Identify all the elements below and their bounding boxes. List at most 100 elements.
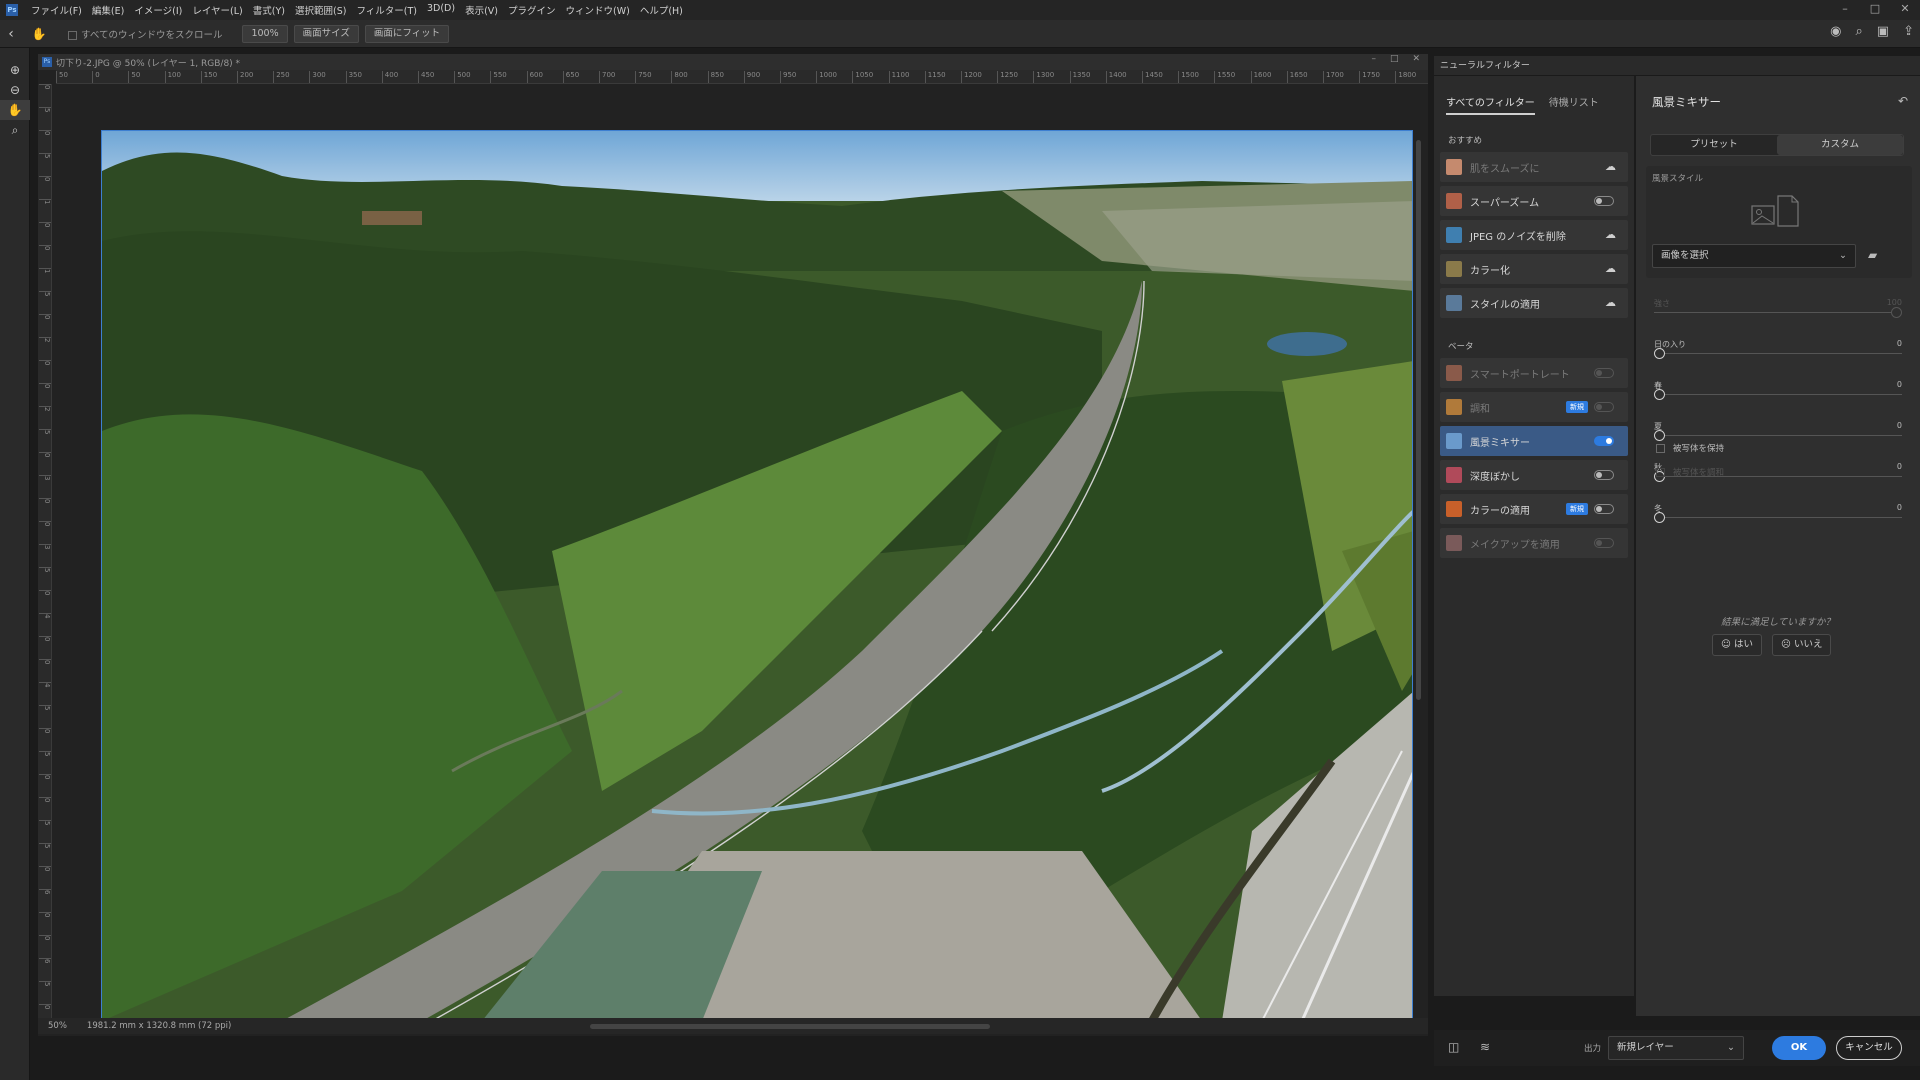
maximize-icon[interactable]: □ bbox=[1860, 0, 1890, 20]
custom-tab[interactable]: カスタム bbox=[1777, 135, 1903, 155]
menu-bar: Ps ファイル(F) 編集(E) イメージ(I) レイヤー(L) 書式(Y) 選択範囲(S… bbox=[0, 0, 1920, 20]
menu-item[interactable]: 3D(D) bbox=[422, 3, 460, 17]
menu-item[interactable]: フィルター(T) bbox=[351, 3, 422, 17]
feedback-yes-button[interactable]: ☺ はい bbox=[1712, 634, 1762, 656]
zoom-100-button[interactable]: 100% bbox=[242, 24, 288, 43]
menu-item[interactable]: プラグイン bbox=[503, 3, 561, 17]
filter-row[interactable]: 風景ミキサー bbox=[1440, 426, 1628, 456]
fill-screen-button[interactable]: 画面にフィット bbox=[364, 24, 450, 43]
filter-row[interactable]: カラーの適用 新規 bbox=[1440, 494, 1628, 524]
filter-thumbnail-icon bbox=[1446, 433, 1462, 449]
preserve-subject-checkbox[interactable] bbox=[1656, 443, 1665, 453]
hand-icon[interactable]: ✋ bbox=[0, 100, 30, 120]
horizontal-scrollbar[interactable] bbox=[590, 1024, 990, 1029]
fit-screen-button[interactable]: 画面サイズ bbox=[293, 24, 359, 43]
reset-icon[interactable]: ↶ bbox=[1898, 94, 1908, 108]
ruler-tick-label: 0 bbox=[39, 383, 51, 403]
zoom-in-icon[interactable]: ⊕ bbox=[0, 60, 30, 80]
ruler-tick-label: 0 bbox=[39, 774, 51, 794]
photoshop-logo-icon: Ps bbox=[6, 4, 18, 16]
document-tab[interactable]: Ps 切下り-2.JPG @ 50% (レイヤー 1, RGB/8) * – □… bbox=[38, 54, 1428, 70]
cloud-download-icon[interactable]: ☁ bbox=[1605, 228, 1616, 241]
ok-button[interactable]: OK bbox=[1772, 1036, 1826, 1060]
menu-item[interactable]: 編集(E) bbox=[87, 3, 129, 17]
filter-row[interactable]: カラー化 ☁ bbox=[1440, 254, 1628, 284]
share-icon[interactable]: ⇪ bbox=[1903, 24, 1914, 39]
search-icon[interactable]: ⌕ bbox=[1856, 24, 1863, 39]
select-image-dropdown[interactable]: 画像を選択 ⌄ bbox=[1652, 244, 1856, 268]
filter-row[interactable]: スマートポートレート bbox=[1440, 358, 1628, 388]
filter-toggle bbox=[1594, 538, 1614, 548]
layers-icon[interactable]: ≋ bbox=[1480, 1040, 1490, 1054]
slider-knob[interactable] bbox=[1654, 512, 1665, 523]
filter-toggle[interactable] bbox=[1594, 470, 1614, 480]
cancel-button[interactable]: キャンセル bbox=[1836, 1036, 1902, 1060]
ruler-tick-label: 1750 bbox=[1359, 71, 1380, 83]
hand-tool-icon[interactable]: ✋ bbox=[22, 27, 56, 41]
magnifier-icon[interactable]: ⌕ bbox=[0, 120, 30, 140]
ruler-tick-label: 1350 bbox=[1069, 71, 1090, 83]
menu-item[interactable]: 選択範囲(S) bbox=[290, 3, 351, 17]
slider-knob[interactable] bbox=[1654, 348, 1665, 359]
output-select[interactable]: 新規レイヤー ⌄ bbox=[1608, 1036, 1744, 1060]
zoom-out-icon[interactable]: ⊖ bbox=[0, 80, 30, 100]
menu-item[interactable]: ウィンドウ(W) bbox=[561, 3, 635, 17]
minimize-icon[interactable]: – bbox=[1830, 0, 1860, 20]
ruler-tick-label: 0 bbox=[39, 314, 51, 334]
ruler-tick-label: 1050 bbox=[852, 71, 873, 83]
feedback-no-button[interactable]: ☹ いいえ bbox=[1772, 634, 1832, 656]
ruler-tick-label: 50 bbox=[56, 71, 68, 83]
ruler-tick-label: 1400 bbox=[1105, 71, 1127, 83]
zoom-readout[interactable]: 50% bbox=[48, 1021, 67, 1031]
vertical-scrollbar[interactable] bbox=[1416, 140, 1421, 700]
slider-knob[interactable] bbox=[1654, 389, 1665, 400]
filter-row[interactable]: メイクアップを適用 bbox=[1440, 528, 1628, 558]
folder-icon[interactable]: ▰ bbox=[1868, 248, 1877, 262]
menu-item[interactable]: レイヤー(L) bbox=[187, 3, 247, 17]
doc-close-icon[interactable]: ✕ bbox=[1412, 54, 1420, 64]
ps-file-icon: Ps bbox=[42, 57, 52, 67]
filter-row[interactable]: 深度ぼかし bbox=[1440, 460, 1628, 490]
user-icon[interactable]: ◉ bbox=[1830, 24, 1841, 39]
doc-minimize-icon[interactable]: – bbox=[1371, 54, 1376, 64]
harmonize-subject-row: 被写体を調和 bbox=[1656, 466, 1724, 478]
cloud-download-icon[interactable]: ☁ bbox=[1605, 160, 1616, 173]
preserve-subject-row[interactable]: 被写体を保持 bbox=[1656, 442, 1724, 454]
ruler-tick-label: 6 bbox=[39, 958, 51, 978]
document-size: 1981.2 mm x 1320.8 mm (72 ppi) bbox=[86, 1021, 232, 1031]
ruler-tick-label: 5 bbox=[39, 751, 51, 771]
preset-tab[interactable]: プリセット bbox=[1651, 135, 1777, 155]
menu-item[interactable]: イメージ(I) bbox=[129, 3, 187, 17]
filter-toggle[interactable] bbox=[1594, 436, 1614, 446]
slider-knob[interactable] bbox=[1654, 430, 1665, 441]
ruler-tick-label: 650 bbox=[562, 71, 579, 83]
tab-all-filters[interactable]: すべてのフィルター bbox=[1446, 94, 1535, 115]
filter-row[interactable]: 調和 新規 bbox=[1440, 392, 1628, 422]
tab-waitlist[interactable]: 待機リスト bbox=[1549, 94, 1599, 115]
scroll-all-option[interactable]: すべてのウィンドウをスクロール bbox=[68, 27, 222, 41]
scroll-all-checkbox[interactable] bbox=[68, 30, 77, 40]
menu-item[interactable]: ヘルプ(H) bbox=[635, 3, 688, 17]
feedback-yes-label: はい bbox=[1733, 639, 1753, 650]
landscape-style-label: 風景スタイル bbox=[1652, 174, 1704, 184]
ruler-tick-label: 4 bbox=[39, 682, 51, 702]
menu-item[interactable]: 表示(V) bbox=[460, 3, 503, 17]
close-icon[interactable]: ✕ bbox=[1890, 0, 1920, 20]
workspace-icon[interactable]: ▣ bbox=[1877, 24, 1889, 39]
ruler-tick-label: 0 bbox=[39, 1004, 51, 1018]
menu-item[interactable]: ファイル(F) bbox=[26, 3, 87, 17]
cloud-download-icon[interactable]: ☁ bbox=[1605, 262, 1616, 275]
cloud-download-icon[interactable]: ☁ bbox=[1605, 296, 1616, 309]
filter-toggle[interactable] bbox=[1594, 504, 1614, 514]
menu-item[interactable]: 書式(Y) bbox=[248, 3, 290, 17]
image-canvas[interactable] bbox=[101, 130, 1413, 1020]
doc-restore-icon[interactable]: □ bbox=[1390, 54, 1399, 64]
back-arrow-icon[interactable]: ‹ bbox=[0, 26, 22, 42]
filter-row[interactable]: 肌をスムーズに ☁ bbox=[1440, 152, 1628, 182]
preview-toggle-icon[interactable]: ◫ bbox=[1448, 1040, 1459, 1054]
filter-row[interactable]: JPEG のノイズを削除 ☁ bbox=[1440, 220, 1628, 250]
filter-row[interactable]: スタイルの適用 ☁ bbox=[1440, 288, 1628, 318]
neural-filters-footer: ◫ ≋ 出力 新規レイヤー ⌄ OK キャンセル bbox=[1434, 1030, 1920, 1066]
filter-toggle[interactable] bbox=[1594, 196, 1614, 206]
filter-row[interactable]: スーパーズーム bbox=[1440, 186, 1628, 216]
